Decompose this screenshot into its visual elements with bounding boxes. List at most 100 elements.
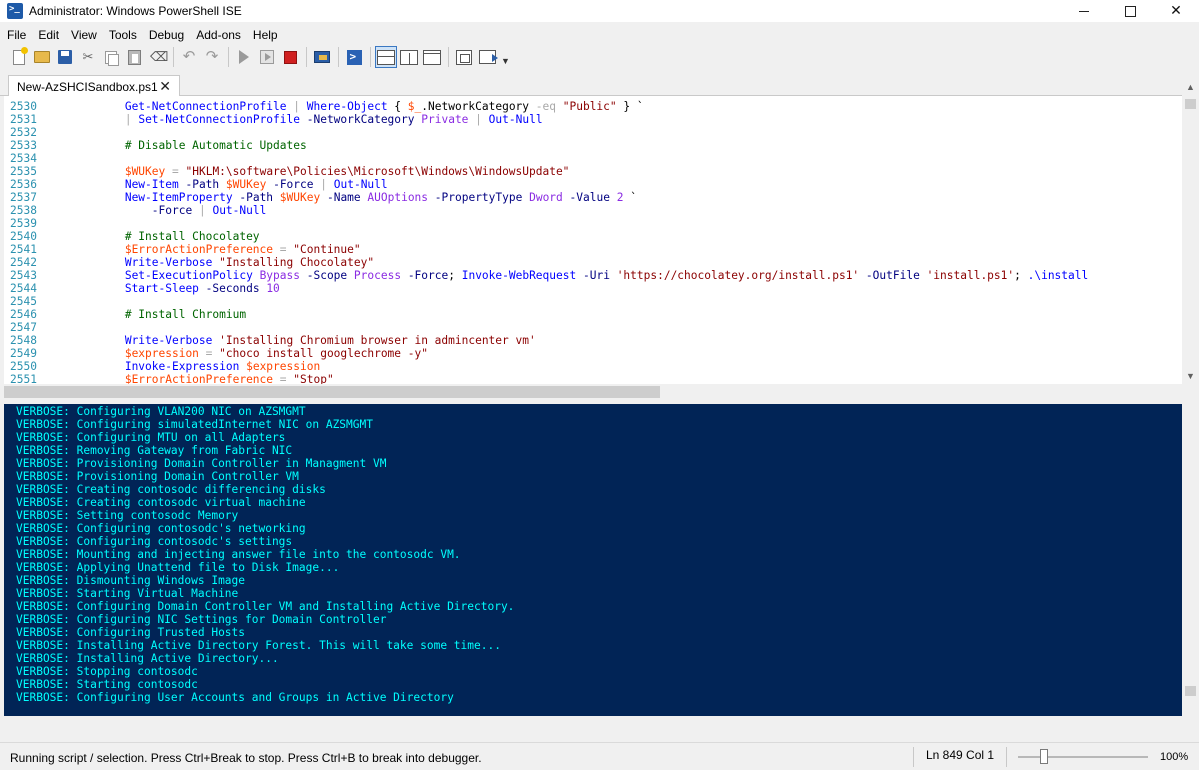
code-line: 2537 New-ItemProperty -Path $WUKey -Name…: [4, 191, 1182, 204]
new-file-button[interactable]: [8, 46, 30, 68]
zoom-level: 100%: [1160, 751, 1189, 763]
maximize-button[interactable]: [1107, 0, 1153, 22]
minimize-button[interactable]: [1061, 0, 1107, 22]
console-line: VERBOSE: Creating contosodc virtual mach…: [16, 496, 306, 509]
toolbar-overflow-icon[interactable]: ▼: [501, 56, 510, 66]
toolbar-separator: [338, 47, 339, 67]
code-text: Invoke-Expression $expression: [124, 360, 321, 373]
toolbar-separator: [228, 47, 229, 67]
line-number: 2535: [10, 165, 37, 178]
line-number: 2545: [10, 295, 37, 308]
console-line: VERBOSE: Configuring contosodc's setting…: [16, 535, 293, 548]
open-folder-icon: [34, 51, 50, 63]
zoom-slider-thumb[interactable]: [1040, 749, 1048, 764]
code-line: 2547: [4, 321, 1182, 334]
line-number: 2541: [10, 243, 37, 256]
line-number: 2544: [10, 282, 37, 295]
code-line: 2538 -Force | Out-Null: [4, 204, 1182, 217]
copy-button[interactable]: [100, 46, 122, 68]
code-text: $ErrorActionPreference = "Continue": [124, 243, 361, 256]
script-tab-strip: New-AzSHCISandbox.ps1 ✕: [0, 72, 1199, 97]
line-number: 2543: [10, 269, 37, 282]
code-line: 2532: [4, 126, 1182, 139]
run-script-button[interactable]: [233, 46, 255, 68]
menu-view[interactable]: View: [65, 28, 103, 42]
menu-edit[interactable]: Edit: [32, 28, 65, 42]
status-bar: Running script / selection. Press Ctrl+B…: [0, 742, 1199, 770]
scissors-icon: ✂: [82, 49, 94, 64]
toolbar: ✂ ⌫ ↶ ↷ ▼: [0, 44, 1199, 70]
redo-arrow-icon: ↷: [205, 48, 219, 65]
show-script-pane-maximized-button[interactable]: [421, 46, 443, 68]
clear-console-button[interactable]: ⌫: [146, 46, 168, 68]
scroll-up-icon[interactable]: ▲: [1182, 78, 1199, 95]
start-powershell-exe-button[interactable]: [343, 46, 365, 68]
script-editor[interactable]: 2530 Get-NetConnectionProfile | Where-Ob…: [4, 96, 1182, 384]
command-window-icon: [456, 49, 472, 65]
console-scroll-thumb[interactable]: [1185, 686, 1196, 696]
code-line: 2541 $ErrorActionPreference = "Continue": [4, 243, 1182, 256]
cut-button[interactable]: ✂: [77, 46, 99, 68]
play-icon: [239, 50, 249, 64]
undo-button[interactable]: ↶: [178, 46, 200, 68]
editor-horizontal-scrollbar[interactable]: [4, 384, 1182, 400]
show-script-pane-right-button[interactable]: [398, 46, 420, 68]
code-text: # Disable Automatic Updates: [124, 139, 307, 152]
powershell-ise-window: Administrator: Windows PowerShell ISE ✕ …: [0, 0, 1199, 770]
console-pane[interactable]: VERBOSE: Configuring VLAN200 NIC on AZSM…: [4, 404, 1182, 716]
new-remote-powershell-tab-button[interactable]: [311, 46, 333, 68]
save-button[interactable]: [54, 46, 76, 68]
line-number: 2538: [10, 204, 37, 217]
code-text: Start-Sleep -Seconds 10: [124, 282, 280, 295]
run-selection-button[interactable]: [256, 46, 278, 68]
code-line: 2536 New-Item -Path $WUKey -Force | Out-…: [4, 178, 1182, 191]
paste-button[interactable]: [123, 46, 145, 68]
console-vertical-scrollbar[interactable]: [1182, 404, 1199, 716]
show-command-window-button[interactable]: [453, 46, 475, 68]
code-text: Set-ExecutionPolicy Bypass -Scope Proces…: [124, 269, 1089, 282]
code-text: Get-NetConnectionProfile | Where-Object …: [124, 100, 644, 113]
close-tab-icon[interactable]: ✕: [159, 79, 171, 95]
eraser-icon: ⌫: [150, 49, 169, 64]
code-text: New-ItemProperty -Path $WUKey -Name AUOp…: [124, 191, 637, 204]
code-line: 2544 Start-Sleep -Seconds 10: [4, 282, 1182, 295]
close-button[interactable]: ✕: [1153, 0, 1199, 22]
console-line: VERBOSE: Mounting and injecting answer f…: [16, 548, 461, 561]
code-line: 2535 $WUKey = "HKLM:\software\Policies\M…: [4, 165, 1182, 178]
clipboard-icon: [127, 49, 141, 65]
console-line: VERBOSE: Installing Active Directory For…: [16, 639, 501, 652]
undo-arrow-icon: ↶: [182, 48, 196, 65]
open-file-button[interactable]: [31, 46, 53, 68]
console-line: VERBOSE: Configuring contosodc's network…: [16, 522, 306, 535]
line-number: 2533: [10, 139, 37, 152]
code-line: 2540 # Install Chocolatey: [4, 230, 1182, 243]
code-line: 2549 $expression = "choco install google…: [4, 347, 1182, 360]
tab-new-azshcisandbox[interactable]: New-AzSHCISandbox.ps1 ✕: [8, 75, 180, 97]
menu-tools[interactable]: Tools: [103, 28, 143, 42]
menu-help[interactable]: Help: [247, 28, 284, 42]
console-line: VERBOSE: Provisioning Domain Controller …: [16, 457, 387, 470]
menu-addons[interactable]: Add-ons: [190, 28, 247, 42]
scroll-down-icon[interactable]: ▼: [1182, 367, 1199, 384]
code-line: 2551 $ErrorActionPreference = "Stop": [4, 373, 1182, 384]
layout-top-icon: [377, 49, 395, 65]
show-command-addon-button[interactable]: [476, 46, 498, 68]
zoom-slider-track[interactable]: [1018, 756, 1148, 758]
line-number: 2549: [10, 347, 37, 360]
editor-horizontal-scroll-thumb[interactable]: [4, 386, 660, 398]
console-line: VERBOSE: Configuring User Accounts and G…: [16, 691, 454, 704]
console-output: VERBOSE: Configuring VLAN200 NIC on AZSM…: [16, 405, 514, 704]
menu-file[interactable]: File: [0, 28, 32, 42]
stop-operation-button[interactable]: [279, 46, 301, 68]
redo-button[interactable]: ↷: [201, 46, 223, 68]
menu-debug[interactable]: Debug: [143, 28, 190, 42]
editor-vertical-scrollbar[interactable]: ▲ ▼: [1182, 78, 1199, 384]
show-script-pane-top-button[interactable]: [375, 46, 397, 68]
status-separator: [1006, 747, 1007, 767]
console-line: VERBOSE: Applying Unattend file to Disk …: [16, 561, 340, 574]
code-text: New-Item -Path $WUKey -Force | Out-Null: [124, 178, 388, 191]
code-line: 2542 Write-Verbose "Installing Chocolate…: [4, 256, 1182, 269]
status-separator: [913, 747, 914, 767]
code-line: 2534: [4, 152, 1182, 165]
editor-scroll-thumb[interactable]: [1185, 99, 1196, 109]
